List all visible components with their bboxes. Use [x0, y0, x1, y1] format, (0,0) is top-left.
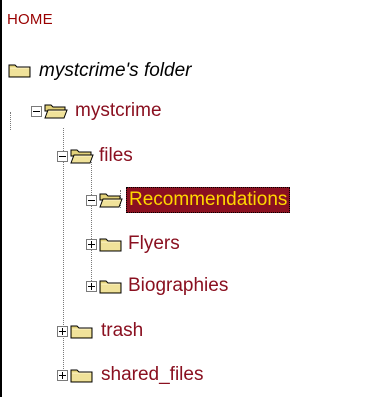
collapse-toggle-icon[interactable]: [31, 106, 42, 117]
tree-item-label: Recommendations: [126, 187, 291, 213]
tree-item-label: trash: [101, 320, 144, 341]
folder-icon: [99, 278, 123, 294]
folder-icon: [70, 323, 94, 339]
tree-item-shared-files[interactable]: shared_files: [57, 362, 307, 388]
expand-toggle-icon[interactable]: [86, 239, 97, 250]
tree-item-recommendations[interactable]: Recommendations: [86, 187, 381, 213]
folder-tree-panel: HOME mystcrime's folder mystcrime files …: [0, 0, 382, 397]
tree-item-label: Flyers: [128, 233, 180, 254]
panel-left-border: [0, 0, 2, 397]
expand-toggle-icon[interactable]: [57, 326, 68, 337]
folder-icon: [8, 62, 32, 78]
folder-icon: [99, 236, 123, 252]
open-folder-icon: [44, 103, 68, 119]
tree-item-label: mystcrime: [75, 100, 162, 121]
tree-item-mystcrime[interactable]: mystcrime: [31, 98, 331, 124]
tree-root-row[interactable]: mystcrime's folder: [8, 58, 368, 84]
open-folder-icon: [99, 192, 123, 208]
open-folder-icon: [70, 148, 94, 164]
collapse-toggle-icon[interactable]: [86, 195, 97, 206]
tree-root-label: mystcrime's folder: [39, 60, 192, 81]
tree-connector: [10, 112, 11, 130]
home-link[interactable]: HOME: [7, 11, 53, 28]
expand-toggle-icon[interactable]: [57, 370, 68, 381]
tree-item-files[interactable]: files: [57, 143, 357, 169]
tree-item-label: Biographies: [128, 275, 229, 296]
collapse-toggle-icon[interactable]: [57, 151, 68, 162]
tree-item-label: shared_files: [101, 364, 204, 385]
tree-item-label: files: [99, 145, 133, 166]
tree-item-biographies[interactable]: Biographies: [86, 273, 336, 299]
tree-item-flyers[interactable]: Flyers: [86, 231, 286, 257]
tree-item-trash[interactable]: trash: [57, 318, 257, 344]
folder-icon: [70, 367, 94, 383]
expand-toggle-icon[interactable]: [86, 281, 97, 292]
